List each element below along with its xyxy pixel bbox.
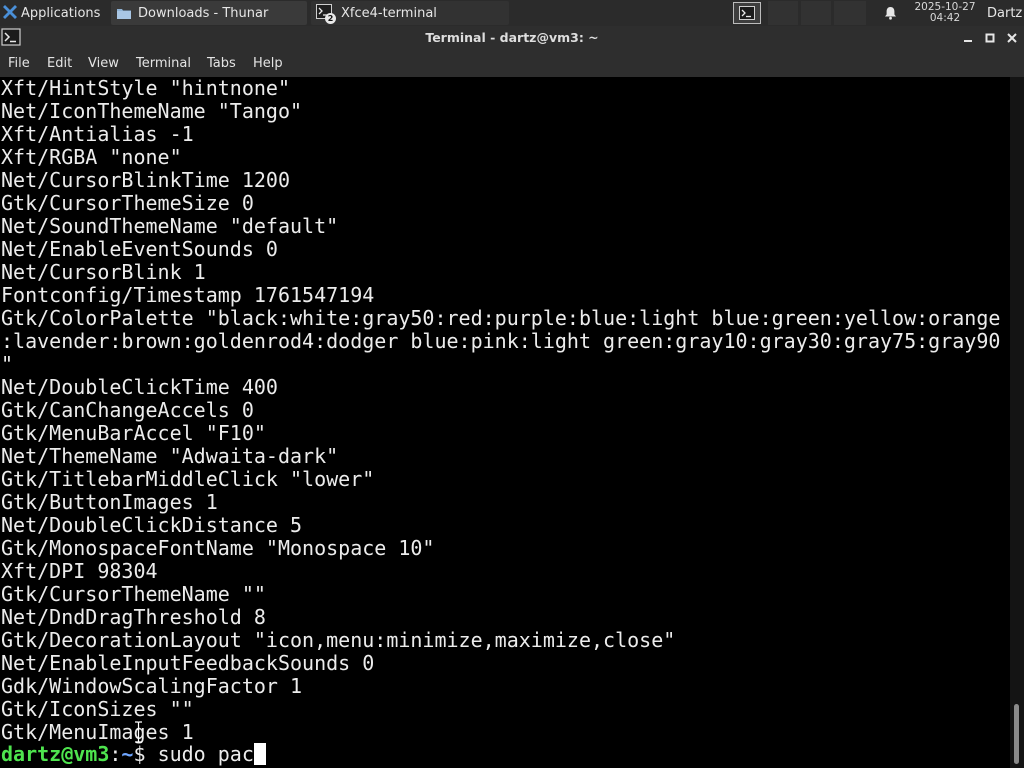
- terminal-line: Gtk/TitlebarMiddleClick "lower": [1, 467, 375, 491]
- terminal-line: Net/CursorBlink 1: [1, 260, 206, 284]
- terminal-line: ": [1, 352, 14, 376]
- menu-help[interactable]: Help: [253, 50, 283, 77]
- terminal-line: Gtk/ButtonImages 1: [1, 490, 218, 514]
- terminal-line: Gtk/MonospaceFontName "Monospace 10": [1, 536, 435, 560]
- panel-clock[interactable]: 2025-10-27 04:42: [906, 0, 984, 26]
- terminal-line: Net/DndDragThreshold 8: [1, 605, 266, 629]
- menu-edit[interactable]: Edit: [47, 50, 72, 77]
- terminal-line: Net/CursorBlinkTime 1200: [1, 168, 290, 192]
- close-icon: [1007, 33, 1017, 43]
- menu-tabs[interactable]: Tabs: [207, 50, 236, 77]
- taskbar-item-label: Xfce4-terminal: [341, 5, 437, 21]
- notification-bell-icon[interactable]: [880, 0, 900, 26]
- taskbar-item-terminal[interactable]: 2 Xfce4-terminal: [311, 1, 509, 25]
- text-cursor: [253, 743, 266, 765]
- scrollbar-thumb[interactable]: [1014, 704, 1019, 764]
- folder-icon: [117, 9, 131, 19]
- show-terminal-launcher[interactable]: [731, 0, 763, 26]
- prompt-user: dartz@vm3: [1, 742, 110, 766]
- terminal-icon: [739, 6, 755, 20]
- window-title: Terminal - dartz@vm3: ~: [425, 30, 599, 45]
- maximize-icon: [985, 33, 995, 43]
- terminal-line: Gtk/MenuImages 1: [1, 720, 194, 744]
- prompt-colon: :: [109, 742, 122, 766]
- user-name: Dartz: [987, 5, 1023, 21]
- terminal-line: Net/ThemeName "Adwaita-dark": [1, 444, 339, 468]
- taskbar-item-label: Downloads - Thunar: [138, 5, 269, 21]
- close-button[interactable]: [1002, 26, 1022, 50]
- terminal-line: :lavender:brown:goldenrod4:dodger blue:p…: [1, 329, 1001, 353]
- workspace-2[interactable]: [801, 1, 831, 25]
- terminal-line: Gtk/ColorPalette "black:white:gray50:red…: [1, 306, 1001, 330]
- minimize-button[interactable]: [958, 26, 978, 50]
- workspace-3[interactable]: [834, 1, 866, 25]
- menu-file[interactable]: File: [8, 50, 30, 77]
- clock-time: 04:42: [929, 12, 961, 24]
- menu-terminal[interactable]: Terminal: [136, 50, 191, 77]
- terminal-scrollbar[interactable]: [1010, 77, 1024, 768]
- terminal-line: Xft/RGBA "none": [1, 145, 182, 169]
- terminal-line: Xft/DPI 98304: [1, 559, 158, 583]
- taskbar-item-thunar[interactable]: Downloads - Thunar: [111, 1, 307, 25]
- terminal-lines: Xft/HintStyle "hintnone" Net/IconThemeNam…: [1, 77, 1000, 744]
- terminal-line: Gtk/IconSizes "": [1, 697, 194, 721]
- terminal-line: Gtk/CursorThemeSize 0: [1, 191, 254, 215]
- ibeam-cursor-icon: [135, 721, 142, 743]
- terminal-line: Net/EnableInputFeedbackSounds 0: [1, 651, 375, 675]
- menu-bar: File Edit View Terminal Tabs Help: [0, 50, 1024, 77]
- terminal-line: Net/IconThemeName "Tango": [1, 99, 303, 123]
- top-panel: Applications Downloads - Thunar 2 Xfce4-…: [0, 0, 1024, 26]
- applications-menu-button[interactable]: Applications: [0, 0, 108, 26]
- terminal-icon: 2: [316, 4, 336, 24]
- maximize-button[interactable]: [980, 26, 1000, 50]
- terminal-line: Net/DoubleClickDistance 5: [1, 513, 303, 537]
- window-count-badge: 2: [325, 13, 336, 24]
- terminal-output[interactable]: Xft/HintStyle "hintnone" Net/IconThemeNam…: [0, 77, 1010, 768]
- terminal-line: Gdk/WindowScalingFactor 1: [1, 674, 303, 698]
- prompt-dollar: $: [133, 742, 158, 766]
- workspace-1[interactable]: [768, 1, 798, 25]
- terminal-line: Xft/HintStyle "hintnone": [1, 77, 290, 100]
- prompt-line[interactable]: dartz@vm3:~$ sudo pac: [1, 743, 266, 766]
- terminal-line: Gtk/DecorationLayout "icon,menu:minimize…: [1, 628, 676, 652]
- xfce-logo-icon: [3, 5, 17, 19]
- terminal-line: Fontconfig/Timestamp 1761547194: [1, 283, 375, 307]
- minimize-icon: [964, 40, 972, 42]
- terminal-line: Gtk/MenuBarAccel "F10": [1, 421, 266, 445]
- terminal-line: Xft/Antialias -1: [1, 122, 194, 146]
- terminal-line: Net/EnableEventSounds 0: [1, 237, 278, 261]
- terminal-line: Gtk/CursorThemeName "": [1, 582, 266, 606]
- command-input[interactable]: sudo pac: [158, 742, 254, 766]
- terminal-line: Net/SoundThemeName "default": [1, 214, 339, 238]
- applications-label: Applications: [21, 5, 101, 21]
- window-titlebar[interactable]: Terminal - dartz@vm3: ~: [0, 26, 1024, 50]
- user-menu[interactable]: Dartz: [987, 0, 1024, 26]
- menu-view[interactable]: View: [88, 50, 119, 77]
- terminal-line: Gtk/CanChangeAccels 0: [1, 398, 254, 422]
- prompt-dir: ~: [121, 742, 134, 766]
- terminal-line: Net/DoubleClickTime 400: [1, 375, 278, 399]
